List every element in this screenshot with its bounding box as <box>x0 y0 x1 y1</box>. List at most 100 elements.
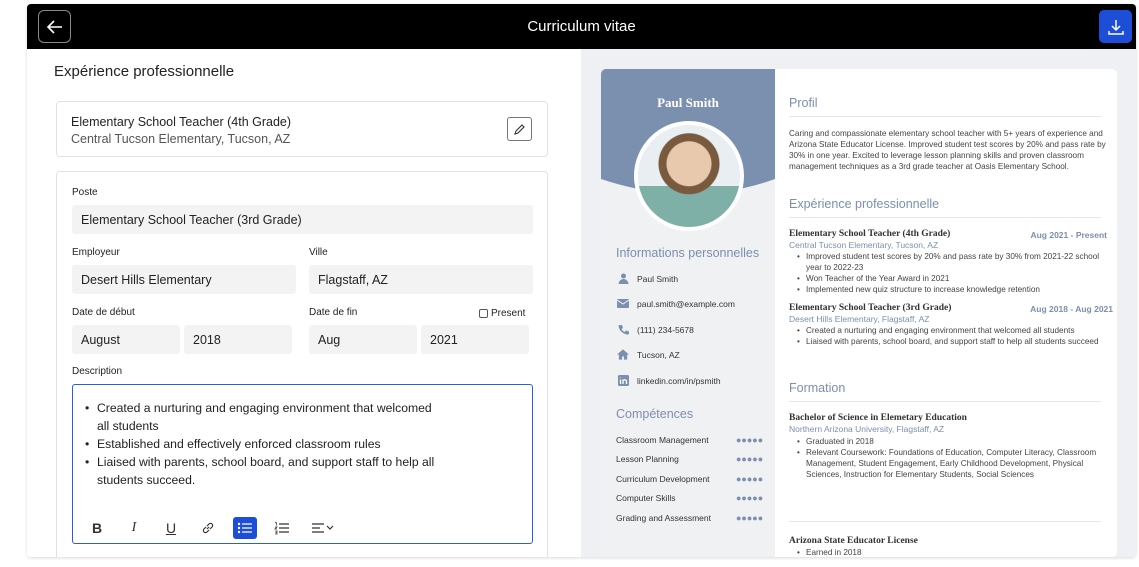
numbered-list-icon <box>274 522 289 535</box>
pencil-icon <box>514 123 525 135</box>
job-title: Elementary School Teacher (3rd Grade) <box>789 303 952 313</box>
bullet-item: Won Teacher of the Year Award in 2021 <box>797 273 1102 284</box>
chevron-down-icon <box>326 525 334 530</box>
page-title: Curriculum vitae <box>527 18 636 35</box>
license-title: Arizona State Educator License <box>789 536 918 546</box>
edit-button[interactable] <box>507 117 532 141</box>
divider <box>789 521 1101 522</box>
bullet-item: Created a nurturing and engaging environ… <box>797 325 1102 336</box>
home-icon <box>617 349 629 360</box>
info-title: Informations personnelles <box>616 246 760 260</box>
date-debut-year[interactable]: 2018 <box>184 325 292 354</box>
info-text: (111) 234-5678 <box>637 324 694 335</box>
bullet-list-icon <box>237 522 252 534</box>
school-name: Northern Arizona University, Flagstaff, … <box>789 424 945 434</box>
description-item: Created a nurturing and engaging environ… <box>85 399 445 435</box>
degree-title: Bachelor of Science in Elemetary Educati… <box>789 413 967 423</box>
experience-form: Poste Elementary School Teacher (3rd Gra… <box>56 171 548 557</box>
profile-photo <box>638 125 740 227</box>
resume-main: Profil Caring and compassionate elementa… <box>789 69 1113 557</box>
skill-name: Classroom Management <box>616 435 709 445</box>
info-linkedin-row: linkedin.com/in/psmith <box>617 375 721 386</box>
present-checkbox[interactable]: Present <box>479 308 525 319</box>
license-bullets: Earned in 2018 <box>797 547 1102 557</box>
description-list: Created a nurturing and engaging environ… <box>85 399 445 489</box>
italic-button[interactable]: I <box>122 517 146 539</box>
info-text: Paul Smith <box>637 273 679 284</box>
link-button[interactable] <box>196 517 220 539</box>
experience-title: Expérience professionnelle <box>789 197 940 211</box>
experience-card[interactable]: Elementary School Teacher (4th Grade) Ce… <box>56 101 548 157</box>
date-fin-year[interactable]: 2021 <box>421 325 529 354</box>
info-phone-row: (111) 234-5678 <box>617 324 694 335</box>
skill-name: Grading and Assessment <box>616 513 711 523</box>
app-window: Curriculum vitae Expérience professionne… <box>27 4 1136 557</box>
divider <box>789 401 1101 402</box>
job-bullets: Improved student test scores by 20% and … <box>797 251 1102 295</box>
bold-button[interactable]: B <box>85 517 109 539</box>
poste-label: Poste <box>72 187 98 198</box>
skill-level-dots: ●●●●● <box>736 454 764 464</box>
skill-level-dots: ●●●●● <box>736 513 764 523</box>
editor-panel: Expérience professionnelle Elementary Sc… <box>27 49 581 557</box>
education-title: Formation <box>789 381 846 395</box>
description-label: Description <box>72 366 123 377</box>
profile-text: Caring and compassionate elementary scho… <box>789 129 1106 171</box>
skill-name: Lesson Planning <box>616 454 679 464</box>
skill-row: Curriculum Development ●●●●● <box>616 474 763 484</box>
section-title: Expérience professionnelle <box>54 63 235 80</box>
preview-panel: Paul Smith Informations personnelles Pau… <box>581 49 1136 557</box>
info-text: paul.smith@example.com <box>637 298 735 309</box>
experience-subtitle: Central Tucson Elementary, Tucson, AZ <box>71 132 291 146</box>
skill-row: Classroom Management ●●●●● <box>616 435 763 445</box>
skill-row: Computer Skills ●●●●● <box>616 493 763 503</box>
job-bullets: Created a nurturing and engaging environ… <box>797 325 1102 347</box>
info-location-row: Tucson, AZ <box>617 349 680 360</box>
job-dates: Aug 2021 - Present <box>1030 230 1107 240</box>
align-dropdown[interactable] <box>307 517 339 539</box>
download-button[interactable] <box>1099 10 1132 43</box>
skill-row: Grading and Assessment ●●●●● <box>616 513 763 523</box>
employeur-input[interactable]: Desert Hills Elementary <box>72 265 296 294</box>
education-bullets: Graduated in 2018 Relevant Coursework: F… <box>797 436 1102 480</box>
avatar <box>634 121 744 231</box>
experience-title: Elementary School Teacher (4th Grade) <box>71 115 292 129</box>
description-editor[interactable]: Created a nurturing and engaging environ… <box>72 384 533 544</box>
divider <box>789 217 1101 218</box>
skill-level-dots: ●●●●● <box>736 435 764 445</box>
skills-title: Compétences <box>616 407 694 421</box>
job-employer: Central Tucson Elementary, Tucson, AZ <box>789 240 939 250</box>
resume-sidebar: Paul Smith Informations personnelles Pau… <box>601 69 775 557</box>
job-title: Elementary School Teacher (4th Grade) <box>789 229 951 239</box>
date-debut-label: Date de début <box>72 307 135 318</box>
arrow-left-icon <box>46 19 62 34</box>
divider <box>789 116 1101 117</box>
description-item: Liaised with parents, school board, and … <box>85 453 445 489</box>
bullet-item: Improved student test scores by 20% and … <box>797 251 1102 273</box>
poste-input[interactable]: Elementary School Teacher (3rd Grade) <box>72 205 533 234</box>
download-icon <box>1107 19 1124 35</box>
bullet-item: Liaised with parents, school board, and … <box>797 336 1102 347</box>
back-button[interactable] <box>38 10 71 43</box>
bullet-item: Earned in 2018 <box>797 547 1102 557</box>
person-icon <box>617 273 629 284</box>
date-debut-month[interactable]: August <box>72 325 180 354</box>
bullet-list-button[interactable] <box>233 517 257 539</box>
job-dates: Aug 2018 - Aug 2021 <box>1030 304 1113 314</box>
resume-name: Paul Smith <box>657 95 719 110</box>
skill-level-dots: ●●●●● <box>736 474 764 484</box>
resume-preview: Paul Smith Informations personnelles Pau… <box>601 69 1117 557</box>
bullet-item: Graduated in 2018 <box>797 436 1102 447</box>
description-item: Established and effectively enforced cla… <box>85 435 445 453</box>
ville-input[interactable]: Flagstaff, AZ <box>309 265 533 294</box>
info-text: Tucson, AZ <box>637 349 680 360</box>
bullet-item: Implemented new quiz structure to increa… <box>797 284 1102 295</box>
numbered-list-button[interactable] <box>270 517 294 539</box>
date-fin-month[interactable]: Aug <box>309 325 417 354</box>
underline-button[interactable]: U <box>159 517 183 539</box>
bullet-item: Relevant Coursework: Foundations of Educ… <box>797 447 1102 480</box>
skill-name: Curriculum Development <box>616 474 710 484</box>
skill-name: Computer Skills <box>616 493 676 503</box>
info-email-row: paul.smith@example.com <box>617 298 735 309</box>
checkbox-box[interactable] <box>479 309 488 318</box>
